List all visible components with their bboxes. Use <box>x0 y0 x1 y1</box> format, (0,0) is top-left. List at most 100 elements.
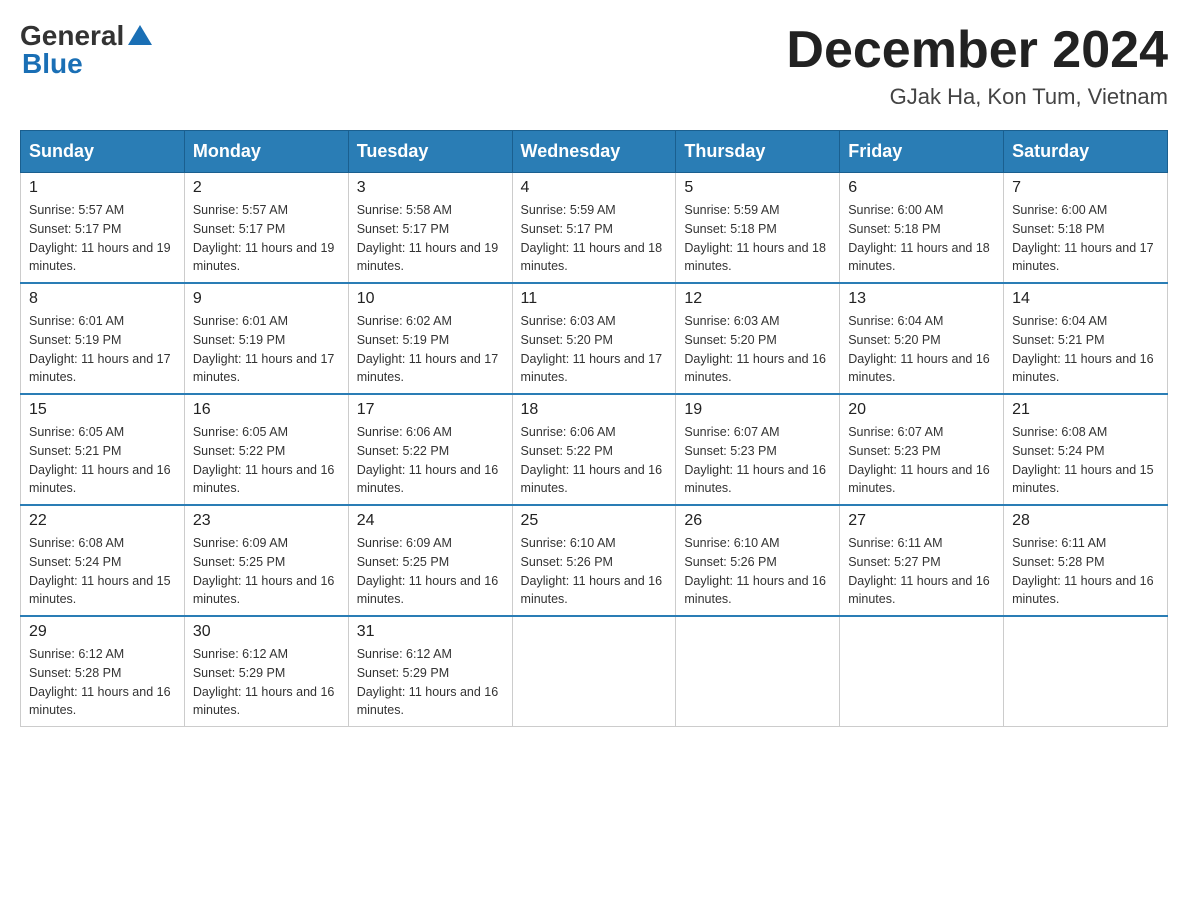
day-info: Sunrise: 5:57 AMSunset: 5:17 PMDaylight:… <box>193 201 340 276</box>
day-info: Sunrise: 6:01 AMSunset: 5:19 PMDaylight:… <box>193 312 340 387</box>
calendar-cell: 20Sunrise: 6:07 AMSunset: 5:23 PMDayligh… <box>840 394 1004 505</box>
week-row-1: 1 Sunrise: 5:57 AMSunset: 5:17 PMDaylight… <box>21 173 1168 284</box>
calendar-cell: 1 Sunrise: 5:57 AMSunset: 5:17 PMDaylight… <box>21 173 185 284</box>
calendar-cell: 2 Sunrise: 5:57 AMSunset: 5:17 PMDaylight… <box>184 173 348 284</box>
header-monday: Monday <box>184 131 348 173</box>
day-number: 30 <box>193 623 340 641</box>
day-info: Sunrise: 6:12 AMSunset: 5:29 PMDaylight:… <box>357 645 504 720</box>
day-number: 15 <box>29 401 176 419</box>
day-info: Sunrise: 6:08 AMSunset: 5:24 PMDaylight:… <box>1012 423 1159 498</box>
day-number: 12 <box>684 290 831 308</box>
calendar-cell: 4Sunrise: 5:59 AMSunset: 5:17 PMDaylight… <box>512 173 676 284</box>
week-row-4: 22 Sunrise: 6:08 AMSunset: 5:24 PMDayligh… <box>21 505 1168 616</box>
calendar-subtitle: GJak Ha, Kon Tum, Vietnam <box>786 84 1168 110</box>
day-number: 29 <box>29 623 176 641</box>
day-info: Sunrise: 6:05 AMSunset: 5:21 PMDaylight:… <box>29 423 176 498</box>
day-info: Sunrise: 6:09 AMSunset: 5:25 PMDaylight:… <box>193 534 340 609</box>
calendar-cell: 30 Sunrise: 6:12 AMSunset: 5:29 PMDayligh… <box>184 616 348 727</box>
day-number: 2 <box>193 179 340 197</box>
day-number: 21 <box>1012 401 1159 419</box>
day-number: 5 <box>684 179 831 197</box>
day-info: Sunrise: 5:59 AMSunset: 5:17 PMDaylight:… <box>521 201 668 276</box>
page-header: General Blue December 2024 GJak Ha, Kon … <box>20 20 1168 110</box>
day-info: Sunrise: 6:11 AMSunset: 5:28 PMDaylight:… <box>1012 534 1159 609</box>
day-number: 26 <box>684 512 831 530</box>
day-number: 14 <box>1012 290 1159 308</box>
day-number: 19 <box>684 401 831 419</box>
day-number: 18 <box>521 401 668 419</box>
day-number: 31 <box>357 623 504 641</box>
day-info: Sunrise: 6:03 AMSunset: 5:20 PMDaylight:… <box>684 312 831 387</box>
calendar-cell: 22 Sunrise: 6:08 AMSunset: 5:24 PMDayligh… <box>21 505 185 616</box>
day-number: 11 <box>521 290 668 308</box>
calendar-cell: 14Sunrise: 6:04 AMSunset: 5:21 PMDayligh… <box>1004 283 1168 394</box>
calendar-cell: 24Sunrise: 6:09 AMSunset: 5:25 PMDayligh… <box>348 505 512 616</box>
day-number: 10 <box>357 290 504 308</box>
header-thursday: Thursday <box>676 131 840 173</box>
header-tuesday: Tuesday <box>348 131 512 173</box>
calendar-cell: 25 Sunrise: 6:10 AMSunset: 5:26 PMDayligh… <box>512 505 676 616</box>
calendar-cell: 8Sunrise: 6:01 AMSunset: 5:19 PMDaylight… <box>21 283 185 394</box>
day-info: Sunrise: 6:12 AMSunset: 5:28 PMDaylight:… <box>29 645 176 720</box>
week-row-5: 29 Sunrise: 6:12 AMSunset: 5:28 PMDayligh… <box>21 616 1168 727</box>
title-area: December 2024 GJak Ha, Kon Tum, Vietnam <box>786 20 1168 110</box>
header-friday: Friday <box>840 131 1004 173</box>
calendar-cell: 23 Sunrise: 6:09 AMSunset: 5:25 PMDayligh… <box>184 505 348 616</box>
header-row: SundayMondayTuesdayWednesdayThursdayFrid… <box>21 131 1168 173</box>
day-number: 23 <box>193 512 340 530</box>
day-number: 9 <box>193 290 340 308</box>
day-info: Sunrise: 6:06 AMSunset: 5:22 PMDaylight:… <box>357 423 504 498</box>
calendar-cell: 7 Sunrise: 6:00 AMSunset: 5:18 PMDaylight… <box>1004 173 1168 284</box>
day-info: Sunrise: 6:07 AMSunset: 5:23 PMDaylight:… <box>684 423 831 498</box>
calendar-cell: 28 Sunrise: 6:11 AMSunset: 5:28 PMDayligh… <box>1004 505 1168 616</box>
calendar-cell: 18 Sunrise: 6:06 AMSunset: 5:22 PMDayligh… <box>512 394 676 505</box>
day-number: 25 <box>521 512 668 530</box>
calendar-cell: 13Sunrise: 6:04 AMSunset: 5:20 PMDayligh… <box>840 283 1004 394</box>
day-info: Sunrise: 6:00 AMSunset: 5:18 PMDaylight:… <box>1012 201 1159 276</box>
day-info: Sunrise: 6:08 AMSunset: 5:24 PMDaylight:… <box>29 534 176 609</box>
calendar-cell: 31 Sunrise: 6:12 AMSunset: 5:29 PMDayligh… <box>348 616 512 727</box>
day-info: Sunrise: 6:02 AMSunset: 5:19 PMDaylight:… <box>357 312 504 387</box>
day-info: Sunrise: 6:00 AMSunset: 5:18 PMDaylight:… <box>848 201 995 276</box>
calendar-cell: 26Sunrise: 6:10 AMSunset: 5:26 PMDayligh… <box>676 505 840 616</box>
calendar-cell: 6Sunrise: 6:00 AMSunset: 5:18 PMDaylight… <box>840 173 1004 284</box>
day-info: Sunrise: 6:12 AMSunset: 5:29 PMDaylight:… <box>193 645 340 720</box>
logo: General Blue <box>20 20 152 80</box>
calendar-cell: 16 Sunrise: 6:05 AMSunset: 5:22 PMDayligh… <box>184 394 348 505</box>
day-number: 28 <box>1012 512 1159 530</box>
calendar-cell: 15 Sunrise: 6:05 AMSunset: 5:21 PMDayligh… <box>21 394 185 505</box>
day-info: Sunrise: 5:57 AMSunset: 5:17 PMDaylight:… <box>29 201 176 276</box>
calendar-cell <box>676 616 840 727</box>
day-info: Sunrise: 6:11 AMSunset: 5:27 PMDaylight:… <box>848 534 995 609</box>
day-number: 8 <box>29 290 176 308</box>
day-number: 16 <box>193 401 340 419</box>
day-info: Sunrise: 6:06 AMSunset: 5:22 PMDaylight:… <box>521 423 668 498</box>
day-info: Sunrise: 6:10 AMSunset: 5:26 PMDaylight:… <box>521 534 668 609</box>
calendar-cell: 11Sunrise: 6:03 AMSunset: 5:20 PMDayligh… <box>512 283 676 394</box>
day-number: 24 <box>357 512 504 530</box>
calendar-cell <box>512 616 676 727</box>
calendar-cell: 17Sunrise: 6:06 AMSunset: 5:22 PMDayligh… <box>348 394 512 505</box>
calendar-table: SundayMondayTuesdayWednesdayThursdayFrid… <box>20 130 1168 727</box>
day-number: 7 <box>1012 179 1159 197</box>
header-saturday: Saturday <box>1004 131 1168 173</box>
logo-blue-text: Blue <box>22 48 83 80</box>
day-number: 3 <box>357 179 504 197</box>
logo-triangle-icon <box>128 25 152 50</box>
day-info: Sunrise: 5:59 AMSunset: 5:18 PMDaylight:… <box>684 201 831 276</box>
calendar-cell: 12 Sunrise: 6:03 AMSunset: 5:20 PMDayligh… <box>676 283 840 394</box>
day-number: 1 <box>29 179 176 197</box>
week-row-2: 8 Sunrise: 6:01 AMSunset: 5:19 PMDaylight… <box>21 283 1168 394</box>
calendar-cell: 21 Sunrise: 6:08 AMSunset: 5:24 PMDayligh… <box>1004 394 1168 505</box>
header-sunday: Sunday <box>21 131 185 173</box>
day-info: Sunrise: 6:05 AMSunset: 5:22 PMDaylight:… <box>193 423 340 498</box>
calendar-cell: 5 Sunrise: 5:59 AMSunset: 5:18 PMDaylight… <box>676 173 840 284</box>
calendar-cell: 3 Sunrise: 5:58 AMSunset: 5:17 PMDaylight… <box>348 173 512 284</box>
calendar-cell: 19 Sunrise: 6:07 AMSunset: 5:23 PMDayligh… <box>676 394 840 505</box>
calendar-cell: 29 Sunrise: 6:12 AMSunset: 5:28 PMDayligh… <box>21 616 185 727</box>
calendar-title: December 2024 <box>786 20 1168 80</box>
day-info: Sunrise: 5:58 AMSunset: 5:17 PMDaylight:… <box>357 201 504 276</box>
week-row-3: 15 Sunrise: 6:05 AMSunset: 5:21 PMDayligh… <box>21 394 1168 505</box>
day-number: 22 <box>29 512 176 530</box>
calendar-cell <box>840 616 1004 727</box>
